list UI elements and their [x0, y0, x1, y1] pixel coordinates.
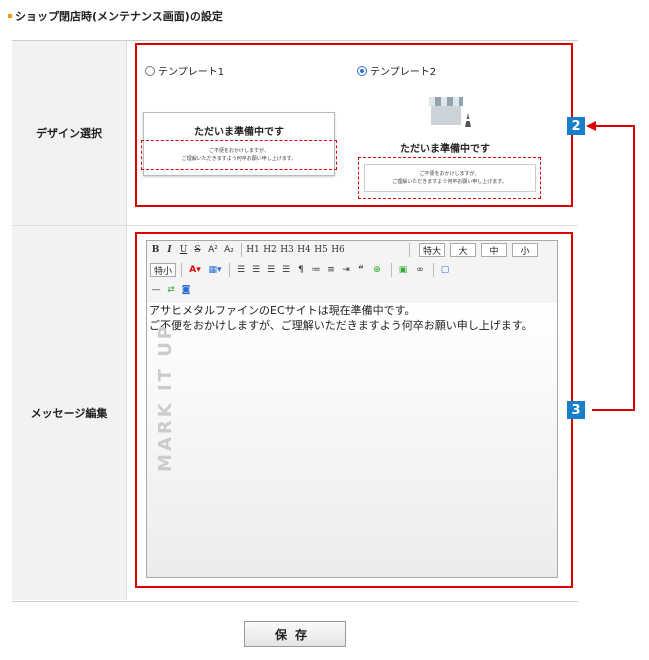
template2-line2: ご理解いただきますよう何卒お願い申し上げます。	[392, 179, 507, 185]
save-button[interactable]: 保存	[244, 621, 346, 647]
align-center-icon[interactable]: ☰	[250, 263, 262, 277]
size-m-button[interactable]: 中	[481, 243, 507, 257]
page-break-icon[interactable]: ⇄	[165, 283, 177, 297]
number-list-icon[interactable]: ≡	[325, 263, 337, 277]
editor-toolbar: B I U S A² A₂ H1 H2 H3 H4 H5 H6 特大 大 中 小…	[147, 241, 557, 304]
font-color-icon[interactable]: A▾	[187, 263, 203, 277]
template2-radio[interactable]: テンプレート2	[357, 63, 436, 78]
hr-icon[interactable]: —	[150, 283, 162, 297]
message-line1: アサヒメタルファインのECサイトは現在準備中です。	[149, 304, 416, 317]
toolbar-separator	[391, 263, 392, 277]
template1-label: テンプレート1	[158, 67, 225, 78]
h5-button[interactable]: H5	[314, 243, 328, 257]
message-line2: ご不便をおかけしますが、ご理解いただきますよう何卒お願い申し上げます。	[149, 319, 533, 332]
image-icon[interactable]: ▣	[397, 263, 409, 277]
bg-color-icon[interactable]: ▦▾	[207, 263, 223, 277]
size-xs-button[interactable]: 特小	[150, 263, 176, 277]
template2-message-area: ご不便をおかけしますが、 ご理解いただきますよう何卒お願い申し上げます。	[358, 157, 541, 199]
toolbar-separator	[181, 263, 182, 277]
template1-line1: ご不便をおかけしますが、	[209, 148, 269, 154]
link-icon[interactable]: ∞	[413, 263, 427, 277]
toolbar-separator	[241, 243, 242, 257]
template2-label: テンプレート2	[370, 67, 437, 78]
size-s-button[interactable]: 小	[512, 243, 538, 257]
subscript-button[interactable]: A₂	[222, 243, 236, 257]
arrow-bottom-segment	[592, 409, 634, 411]
template2-line1: ご不便をおかけしますが、	[419, 171, 480, 177]
align-right-icon[interactable]: ☰	[265, 263, 277, 277]
h2-button[interactable]: H2	[263, 243, 277, 257]
bold-button[interactable]: B	[150, 243, 161, 257]
toolbar-separator	[433, 263, 434, 277]
code-icon[interactable]: ⊕	[369, 263, 385, 277]
table-icon[interactable]: ▢	[439, 263, 451, 277]
size-l-button[interactable]: 大	[450, 243, 476, 257]
h4-button[interactable]: H4	[297, 243, 311, 257]
h1-button[interactable]: H1	[246, 243, 260, 257]
message-label: メッセージ編集	[12, 226, 127, 600]
strike-button[interactable]: S	[192, 243, 203, 257]
italic-button[interactable]: I	[164, 243, 175, 257]
template2-heading: ただいま準備中です	[400, 144, 490, 155]
h3-button[interactable]: H3	[280, 243, 294, 257]
radio-off-icon[interactable]	[145, 65, 155, 76]
badge-3: 3	[567, 401, 585, 419]
section-title-text: ショップ閉店時(メンテナンス画面)の設定	[15, 10, 223, 23]
align-left-icon[interactable]: ☰	[235, 263, 247, 277]
toolbar-separator	[409, 243, 410, 257]
design-label: デザイン選択	[12, 41, 127, 225]
template1-message-area: ご不便をおかけしますが、 ご理解いただきますよう何卒お願い申し上げます。	[141, 140, 337, 170]
bullet-icon	[8, 14, 12, 18]
arrow-head-icon	[586, 121, 596, 131]
editor-watermark: MARK IT UP	[155, 323, 176, 472]
template1-line2: ご理解いただきますよう何卒お願い申し上げます。	[181, 156, 297, 162]
radio-on-icon[interactable]	[357, 65, 367, 76]
badge-2: 2	[567, 117, 585, 135]
template1-radio[interactable]: テンプレート1	[145, 63, 224, 78]
underline-button[interactable]: U	[178, 243, 189, 257]
bullet-list-icon[interactable]: ≔	[310, 263, 322, 277]
paragraph-icon[interactable]: ¶	[295, 263, 307, 277]
size-xl-button[interactable]: 特大	[419, 243, 445, 257]
superscript-button[interactable]: A²	[206, 243, 220, 257]
shop-closed-icon	[429, 97, 471, 127]
preview-icon[interactable]: ◙	[180, 283, 192, 297]
indent-icon[interactable]: ⇥	[340, 263, 352, 277]
template1-heading: ただいま準備中です	[194, 127, 284, 138]
arrow-vertical-segment	[633, 125, 635, 411]
h6-button[interactable]: H6	[331, 243, 345, 257]
message-editor[interactable]: B I U S A² A₂ H1 H2 H3 H4 H5 H6 特大 大 中 小…	[146, 240, 558, 578]
editor-content[interactable]: MARK IT UP アサヒメタルファインのECサイトは現在準備中です。 ご不便…	[147, 303, 557, 577]
quote-icon[interactable]: “	[355, 263, 367, 277]
justify-icon[interactable]: ☰	[280, 263, 292, 277]
toolbar-separator	[229, 263, 230, 277]
section-title: ショップ閉店時(メンテナンス画面)の設定	[8, 8, 223, 24]
arrow-top-segment	[592, 125, 634, 127]
